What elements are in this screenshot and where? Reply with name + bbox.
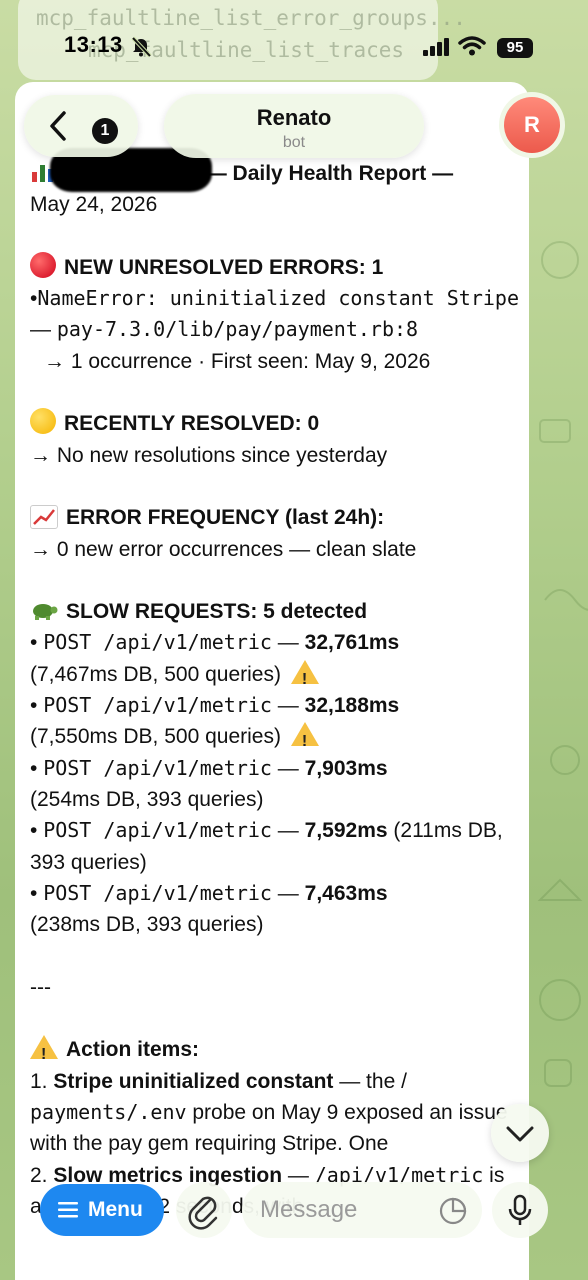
warning-icon [290,659,319,695]
resolved-heading: RECENTLY RESOLVED: 0 [30,408,520,439]
yellow-circle-icon [30,408,56,435]
separator: --- [30,975,51,999]
action-item: 1. Stripe uninitialized constant — the /… [30,1069,508,1156]
frequency-heading: ERROR FREQUENCY (last 24h): [30,502,520,533]
unread-count-badge: 1 [92,118,118,144]
turtle-icon [30,598,58,622]
chat-name: Renato [256,105,332,130]
error-line: •NameError: uninitialized constant Strip… [30,286,519,342]
actions-heading: Action items: [30,1034,520,1071]
paperclip-icon [188,1196,218,1230]
slow-request: • POST /api/v1/metric — 32,761ms [30,630,400,655]
avatar-letter: R [504,97,560,153]
chevron-left-icon [50,111,66,141]
resolved-detail: → No new resolutions since yesterday [30,443,388,467]
attach-button[interactable] [176,1182,232,1238]
slow-request-detail: (7,550ms DB, 500 queries) [30,721,520,758]
microphone-button[interactable] [492,1182,548,1238]
errors-heading: NEW UNRESOLVED ERRORS: 1 [30,251,520,283]
message-text: I — Daily Health Report — May 24, 2026 N… [30,158,520,1222]
back-button[interactable]: 1 [24,95,138,157]
chevron-down-icon [506,1126,534,1142]
cellular-signal-icon [423,38,449,56]
microphone-icon [508,1194,532,1225]
status-time: 13:13 [64,32,123,57]
scroll-to-bottom-button[interactable] [491,1104,549,1162]
chat-subtitle: bot [282,134,306,151]
chat-header: 1 Renato bot R [0,92,588,162]
wifi-icon [458,36,486,56]
report-date: May 24, 2026 [30,193,158,217]
menu-button[interactable]: Menu [40,1184,164,1236]
chat-title[interactable]: Renato bot [164,94,424,158]
bell-muted-icon [131,36,152,58]
status-bar: 13:13 95 [0,0,588,92]
slow-request-detail: (7,467ms DB, 500 queries) [30,659,520,695]
slow-request: • POST /api/v1/metric — 7,463ms [30,880,388,905]
slow-request: • POST /api/v1/metric — 32,188ms [30,693,400,718]
slow-request-detail: (238ms DB, 393 queries) [30,913,264,937]
composer-bar: Menu [0,1176,588,1280]
warning-icon [30,1035,58,1071]
slow-request-detail: (254ms DB, 393 queries) [30,787,264,811]
chart-increasing-icon [30,505,58,530]
error-detail: → 1 occurrence · First seen: May 9, 2026 [44,349,431,373]
slow-request: • POST /api/v1/metric — 7,592ms (211ms D… [30,818,503,874]
warning-icon [290,722,319,758]
slow-request: • POST /api/v1/metric — 7,903ms [30,755,388,780]
sticker-icon[interactable] [438,1196,468,1226]
menu-label: Menu [88,1198,143,1221]
slow-heading: SLOW REQUESTS: 5 detected [30,596,520,627]
battery-indicator: 95 [497,38,533,58]
frequency-detail: → 0 new error occurrences — clean slate [30,537,417,561]
hamburger-icon [58,1202,78,1218]
red-circle-icon [30,251,56,278]
avatar[interactable]: R [499,92,565,158]
